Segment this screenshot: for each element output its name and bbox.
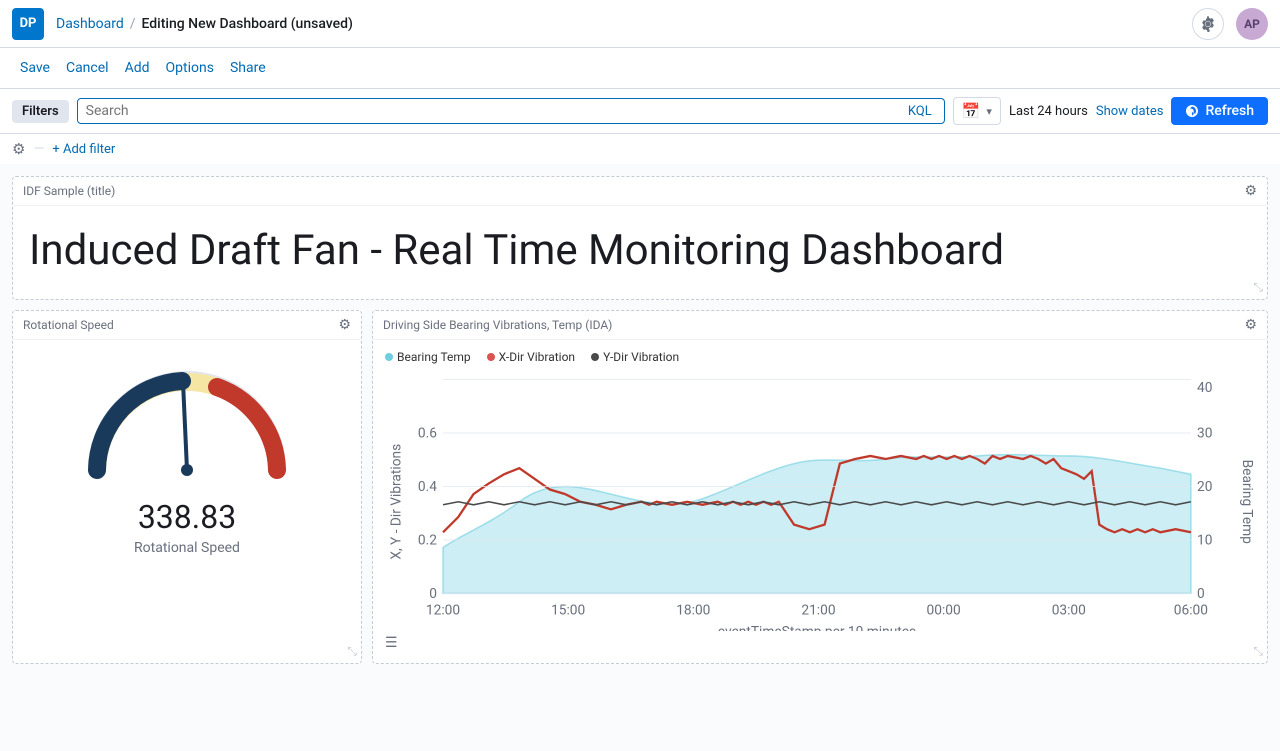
top-bar: DP Dashboard / Editing New Dashboard (un… [0,0,1280,48]
add-button[interactable]: Add [117,56,158,80]
svg-text:0.2: 0.2 [418,532,437,548]
title-panel-resize-handle[interactable]: ⤡ [1253,280,1263,295]
title-panel: IDF Sample (title) ⚙ Induced Draft Fan -… [12,176,1268,300]
gauge-value: 338.83 [138,498,236,536]
chevron-down-icon: ▾ [986,105,992,118]
svg-text:21:00: 21:00 [801,603,835,619]
breadcrumb-separator: / [130,16,136,32]
svg-text:03:00: 03:00 [1052,603,1086,619]
title-panel-header: IDF Sample (title) ⚙ [13,177,1267,206]
logo-badge: DP [12,8,44,40]
bearing-temp-label: Bearing Temp [397,350,471,364]
dashboard-area: IDF Sample (title) ⚙ Induced Draft Fan -… [0,164,1280,751]
filter-gear-icon[interactable]: ⚙ [12,140,25,158]
chart-panel-gear-icon[interactable]: ⚙ [1244,317,1257,333]
y-dir-label: Y-Dir Vibration [603,350,679,364]
options-button[interactable]: Options [158,56,222,80]
chart-panel-header: Driving Side Bearing Vibrations, Temp (I… [373,311,1267,340]
chart-svg: X, Y - Dir Vibrations Bearing Temp [385,372,1255,631]
divider: — [33,141,44,157]
cancel-button[interactable]: Cancel [58,56,117,80]
svg-text:0: 0 [1197,586,1205,602]
chart-panel-resize-handle[interactable]: ⤡ [1253,644,1263,659]
legend-item-x-dir: X-Dir Vibration [487,350,575,364]
action-bar: Save Cancel Add Options Share [0,48,1280,89]
chart-panel-label: Driving Side Bearing Vibrations, Temp (I… [383,318,612,332]
search-container: KQL [77,98,945,124]
filter-bar: Filters KQL 📅 ▾ Last 24 hours Show dates… [0,89,1280,134]
gauge-panel-label: Rotational Speed [23,318,114,332]
legend-item-y-dir: Y-Dir Vibration [591,350,679,364]
svg-text:0.4: 0.4 [418,479,437,495]
breadcrumb-link[interactable]: Dashboard [56,16,124,32]
top-bar-right: AP [1192,8,1268,40]
gauge-panel-resize-handle[interactable]: ⤡ [347,644,357,659]
filters-label: Filters [12,100,69,123]
svg-text:eventTimeStamp per 10 minutes: eventTimeStamp per 10 minutes [718,624,916,631]
dashboard-title: Induced Draft Fan - Real Time Monitoring… [13,206,1267,299]
search-input[interactable] [86,103,904,119]
calendar-icon: 📅 [962,102,981,120]
gauge-panel-header: Rotational Speed ⚙ [13,311,361,340]
settings-icon[interactable] [1192,8,1224,40]
svg-text:30: 30 [1197,426,1212,442]
refresh-label: Refresh [1205,103,1254,119]
svg-text:00:00: 00:00 [927,603,961,619]
svg-text:0: 0 [429,586,437,602]
chart-type-icon[interactable]: ☰ [385,635,398,651]
refresh-button[interactable]: Refresh [1171,97,1268,125]
x-dir-label: X-Dir Vibration [499,350,575,364]
svg-text:0.6: 0.6 [418,426,437,442]
add-filter-bar: ⚙ — + Add filter [0,134,1280,164]
svg-text:X, Y - Dir Vibrations: X, Y - Dir Vibrations [388,444,404,560]
svg-text:18:00: 18:00 [676,603,710,619]
title-panel-label: IDF Sample (title) [23,184,115,198]
x-dir-dot [487,353,495,361]
breadcrumb-current: Editing New Dashboard (unsaved) [142,16,353,32]
share-button[interactable]: Share [222,56,274,80]
legend-item-bearing-temp: Bearing Temp [385,350,471,364]
time-picker[interactable]: 📅 ▾ [953,97,1001,125]
svg-text:10: 10 [1197,532,1212,548]
show-dates-button[interactable]: Show dates [1096,104,1164,119]
save-button[interactable]: Save [12,56,58,80]
gauge-label: Rotational Speed [134,540,240,556]
avatar[interactable]: AP [1236,8,1268,40]
add-filter-button[interactable]: + Add filter [52,142,115,157]
chart-bottom: ☰ [385,631,1255,655]
svg-text:06:00: 06:00 [1174,603,1208,619]
time-label: Last 24 hours [1009,104,1088,119]
refresh-icon [1185,104,1199,118]
kql-button[interactable]: KQL [904,104,936,119]
gauge-panel: Rotational Speed ⚙ 338 [12,310,362,664]
svg-text:20: 20 [1197,479,1212,495]
svg-text:15:00: 15:00 [551,603,585,619]
breadcrumb: Dashboard / Editing New Dashboard (unsav… [56,16,353,32]
bearing-temp-dot [385,353,393,361]
widget-row: Rotational Speed ⚙ 338 [12,310,1268,664]
gauge-svg [77,360,297,490]
y-dir-dot [591,353,599,361]
chart-svg-wrapper: X, Y - Dir Vibrations Bearing Temp [385,372,1255,631]
chart-panel: Driving Side Bearing Vibrations, Temp (I… [372,310,1268,664]
svg-text:12:00: 12:00 [426,603,460,619]
gauge-content: 338.83 Rotational Speed [13,340,361,574]
chart-legend: Bearing Temp X-Dir Vibration Y-Dir Vibra… [385,350,1255,364]
title-panel-gear-icon[interactable]: ⚙ [1244,183,1257,199]
svg-text:Bearing Temp: Bearing Temp [1239,460,1255,545]
gauge-panel-gear-icon[interactable]: ⚙ [338,317,351,333]
chart-content: Bearing Temp X-Dir Vibration Y-Dir Vibra… [373,340,1267,663]
svg-text:40: 40 [1197,380,1212,396]
